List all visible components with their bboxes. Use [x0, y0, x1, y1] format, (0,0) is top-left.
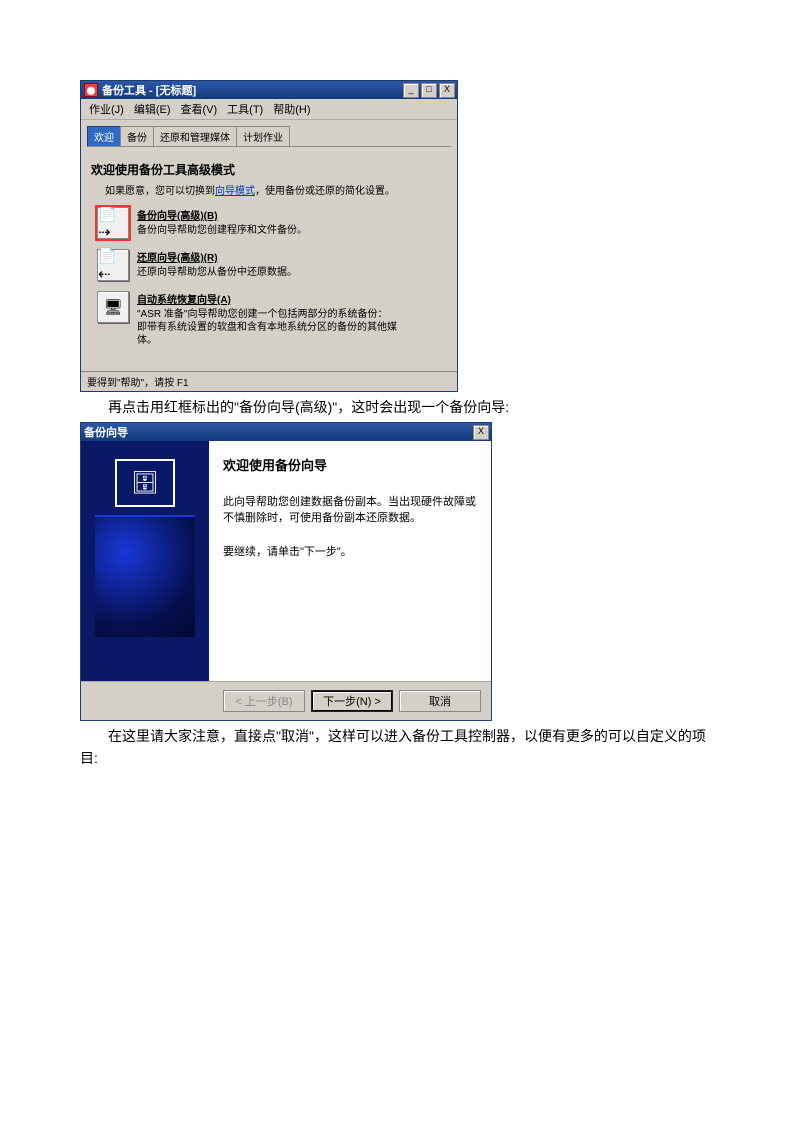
backup-wizard-dialog: 备份向导 X 🗄 欢迎使用备份向导 此向导帮助您创建数据备份副本。当出现硬件故障…	[80, 422, 492, 721]
menu-help[interactable]: 帮助(H)	[269, 100, 314, 118]
asr-wizard-title[interactable]: 自动系统恢复向导(A)	[137, 291, 397, 306]
asr-wizard-desc: "ASR 准备"向导帮助您创建一个包括两部分的系统备份：即带有系统设置的软盘和含…	[137, 308, 397, 347]
restore-wizard-icon[interactable]: 📄⇠	[97, 249, 129, 281]
maximize-button[interactable]: □	[421, 83, 437, 98]
subtext-suffix: ，使用备份或还原的简化设置。	[255, 186, 395, 197]
tab-welcome[interactable]: 欢迎	[87, 126, 121, 146]
subtext-prefix: 如果愿意，您可以切换到	[105, 186, 215, 197]
next-button[interactable]: 下一步(N) >	[311, 690, 393, 712]
menu-edit[interactable]: 编辑(E)	[130, 100, 175, 118]
tab-schedule[interactable]: 计划作业	[236, 126, 290, 146]
minimize-button[interactable]: _	[403, 83, 419, 98]
backup-wizard-desc: 备份向导帮助您创建程序和文件备份。	[137, 224, 397, 237]
app-icon: ⬤	[84, 83, 98, 97]
statusbar: 要得到"帮助"，请按 F1	[81, 371, 457, 391]
asr-wizard-icon[interactable]: 🖥	[97, 291, 129, 323]
wizard-mode-link[interactable]: 向导模式	[215, 186, 255, 197]
dialog-close-button[interactable]: X	[473, 425, 489, 440]
wizard-side-panel: 🗄	[81, 441, 209, 681]
backup-tool-window: ⬤ 备份工具 - [无标题] _ □ X 作业(J) 编辑(E) 查看(V) 工…	[80, 80, 458, 392]
backup-wizard-title[interactable]: 备份向导(高级)(B)	[137, 207, 397, 222]
close-button[interactable]: X	[439, 83, 455, 98]
option-restore-wizard: 📄⇠ 还原向导(高级)(R) 还原向导帮助您从备份中还原数据。	[97, 249, 449, 281]
option-backup-wizard: 📄⇢ 备份向导(高级)(B) 备份向导帮助您创建程序和文件备份。	[97, 207, 449, 239]
dialog-title: 备份向导	[84, 424, 128, 440]
backup-wizard-icon[interactable]: 📄⇢	[97, 207, 129, 239]
option-asr-wizard: 🖥 自动系统恢复向导(A) "ASR 准备"向导帮助您创建一个包括两部分的系统备…	[97, 291, 449, 347]
panel-subtitle: 如果愿意，您可以切换到向导模式，使用备份或还原的简化设置。	[105, 182, 449, 197]
titlebar[interactable]: ⬤ 备份工具 - [无标题] _ □ X	[81, 81, 457, 99]
dialog-titlebar[interactable]: 备份向导 X	[81, 423, 491, 441]
wizard-side-graphic	[95, 515, 195, 637]
restore-wizard-title[interactable]: 还原向导(高级)(R)	[137, 249, 397, 264]
wizard-heading: 欢迎使用备份向导	[223, 455, 477, 474]
tabstrip: 欢迎 备份 还原和管理媒体 计划作业	[87, 126, 451, 147]
wizard-body-2: 要继续，请单击"下一步"。	[223, 544, 477, 560]
tab-backup[interactable]: 备份	[120, 126, 154, 146]
back-button: < 上一步(B)	[223, 690, 305, 712]
dialog-button-row: < 上一步(B) 下一步(N) > 取消	[81, 681, 491, 720]
panel-heading: 欢迎使用备份工具高级模式	[91, 161, 449, 178]
menu-view[interactable]: 查看(V)	[177, 100, 222, 118]
paragraph-1: 再点击用红框标出的"备份向导(高级)"，这时会出现一个备份向导:	[80, 396, 720, 418]
wizard-side-icon: 🗄	[115, 459, 175, 507]
menu-tools[interactable]: 工具(T)	[223, 100, 267, 118]
menu-job[interactable]: 作业(J)	[85, 100, 128, 118]
tab-restore[interactable]: 还原和管理媒体	[153, 126, 237, 146]
menubar: 作业(J) 编辑(E) 查看(V) 工具(T) 帮助(H)	[81, 99, 457, 120]
restore-wizard-desc: 还原向导帮助您从备份中还原数据。	[137, 266, 397, 279]
paragraph-2: 在这里请大家注意，直接点"取消"，这样可以进入备份工具控制器，以便有更多的可以自…	[80, 725, 720, 769]
wizard-body-1: 此向导帮助您创建数据备份副本。当出现硬件故障或不慎删除时，可使用备份副本还原数据…	[223, 494, 477, 526]
window-title: 备份工具 - [无标题]	[102, 82, 196, 98]
cancel-button[interactable]: 取消	[399, 690, 481, 712]
